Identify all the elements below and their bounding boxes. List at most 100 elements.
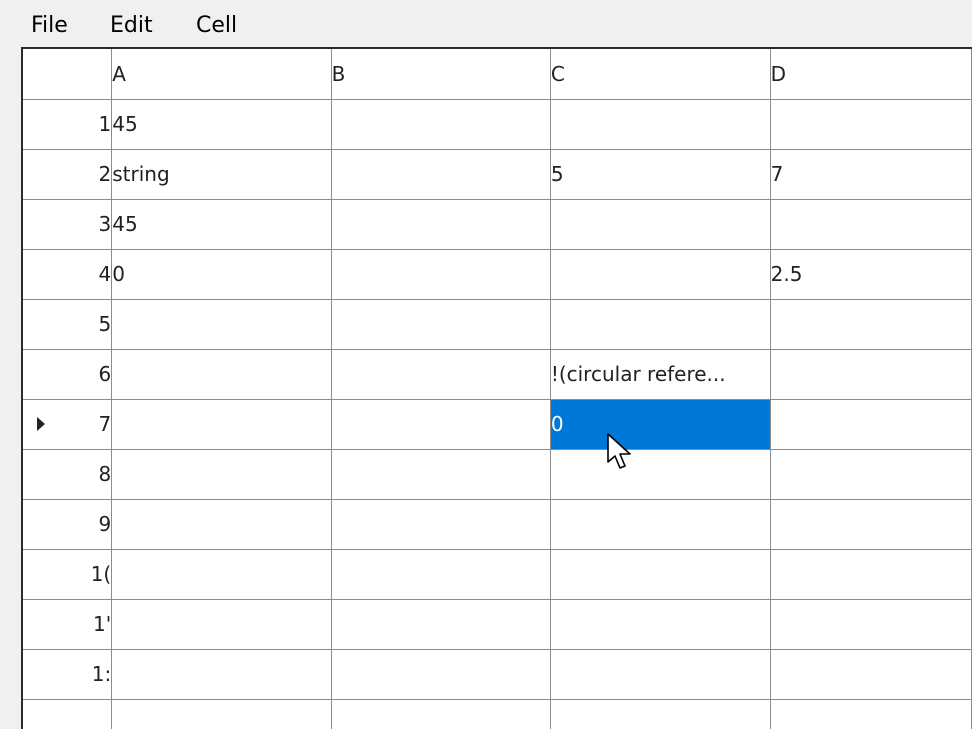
cell-a1:[interactable] [111,649,332,700]
cell-b1'[interactable] [331,599,551,650]
cell-ax[interactable] [111,699,332,729]
cell-b2[interactable] [331,149,551,200]
row-header[interactable]: 6 [23,349,113,400]
row-header-label: 8 [98,462,112,486]
row-header[interactable]: 3 [23,199,113,250]
table-row[interactable]: 2 string 5 7 [23,149,972,200]
cell-b7[interactable] [331,399,551,450]
cell-a7[interactable] [111,399,332,450]
cell-b1:[interactable] [331,649,551,700]
cell-c1:[interactable] [550,649,771,700]
column-header-d[interactable]: D [770,49,972,100]
cell-c9[interactable] [550,499,771,550]
row-header-label: 2 [98,162,112,186]
row-header-label: 6 [98,362,112,386]
cell-d1'[interactable] [770,599,972,650]
row-header[interactable]: 1: [23,649,113,700]
row-header[interactable]: 2 [23,149,113,200]
cell-b5[interactable] [331,299,551,350]
cell-d9[interactable] [770,499,972,550]
cell-a9[interactable] [111,499,332,550]
cell-a5[interactable] [111,299,332,350]
row-header-label: 1( [90,562,112,586]
cell-b1([interactable] [331,549,551,600]
row-header-label: 5 [98,312,112,336]
table-row[interactable]: 1' [23,599,972,650]
cell-dx[interactable] [770,699,972,729]
row-header[interactable]: 7 [23,399,113,450]
cell-d4[interactable]: 2.5 [770,249,972,300]
cell-b9[interactable] [331,499,551,550]
table-row[interactable]: 3 45 [23,199,972,250]
menu-cell[interactable]: Cell [196,12,237,40]
menu-edit[interactable]: Edit [110,12,153,40]
cell-b1[interactable] [331,99,551,150]
column-header-a[interactable]: A [111,49,332,100]
row-header[interactable]: 5 [23,299,113,350]
cell-c2[interactable]: 5 [550,149,771,200]
current-row-arrow-icon [37,417,45,431]
cell-c7[interactable]: 0 [550,399,771,450]
table-row[interactable]: 1: [23,649,972,700]
corner-header[interactable] [23,49,113,100]
cell-a3[interactable]: 45 [111,199,332,250]
cell-c3[interactable] [550,199,771,250]
cell-c6[interactable]: !(circular refere... [550,349,771,400]
spreadsheet-grid[interactable]: A B C D 1 45 2 string 5 7 3 45 4 0 2.5 5 6 !(circular… [21,47,972,729]
row-header-label: 1' [93,612,112,636]
cell-a1'[interactable] [111,599,332,650]
cell-a1([interactable] [111,549,332,600]
row-header[interactable]: 1( [23,549,113,600]
row-header-label: 1: [91,662,112,686]
row-header[interactable] [23,699,113,729]
cell-c4[interactable] [550,249,771,300]
cell-d5[interactable] [770,299,972,350]
cell-a1[interactable]: 45 [111,99,332,150]
table-row[interactable] [23,699,972,729]
cell-d1:[interactable] [770,649,972,700]
cell-c8[interactable] [550,449,771,500]
cell-a4[interactable]: 0 [111,249,332,300]
row-header-label: 4 [98,262,112,286]
table-row[interactable]: 6 !(circular refere... [23,349,972,400]
row-header-label: 7 [98,412,112,436]
cell-b4[interactable] [331,249,551,300]
table-row[interactable]: 8 [23,449,972,500]
row-header[interactable]: 1' [23,599,113,650]
cell-a2[interactable]: string [111,149,332,200]
cell-d1([interactable] [770,549,972,600]
row-header[interactable]: 8 [23,449,113,500]
cell-b8[interactable] [331,449,551,500]
cell-d3[interactable] [770,199,972,250]
cell-c1[interactable] [550,99,771,150]
cell-cx[interactable] [550,699,771,729]
cell-b6[interactable] [331,349,551,400]
table-row[interactable]: 1 45 [23,99,972,150]
cell-c1([interactable] [550,549,771,600]
menu-bar: File Edit Cell [0,0,972,48]
cell-d8[interactable] [770,449,972,500]
grid-body: 1 45 2 string 5 7 3 45 4 0 2.5 5 6 !(circular refere.… [23,99,972,729]
column-header-b[interactable]: B [331,49,551,100]
column-header-c[interactable]: C [550,49,771,100]
cell-c1'[interactable] [550,599,771,650]
cell-d6[interactable] [770,349,972,400]
table-row[interactable]: 1( [23,549,972,600]
cell-d7[interactable] [770,399,972,450]
table-row[interactable]: 70 [23,399,972,450]
table-row[interactable]: 9 [23,499,972,550]
row-header[interactable]: 4 [23,249,113,300]
cell-a6[interactable] [111,349,332,400]
menu-file[interactable]: File [31,12,68,40]
table-row[interactable]: 4 0 2.5 [23,249,972,300]
cell-bx[interactable] [331,699,551,729]
table-row[interactable]: 5 [23,299,972,350]
row-header[interactable]: 9 [23,499,113,550]
cell-d2[interactable]: 7 [770,149,972,200]
row-header-label: 9 [98,512,112,536]
cell-a8[interactable] [111,449,332,500]
cell-c5[interactable] [550,299,771,350]
cell-b3[interactable] [331,199,551,250]
row-header[interactable]: 1 [23,99,113,150]
cell-d1[interactable] [770,99,972,150]
